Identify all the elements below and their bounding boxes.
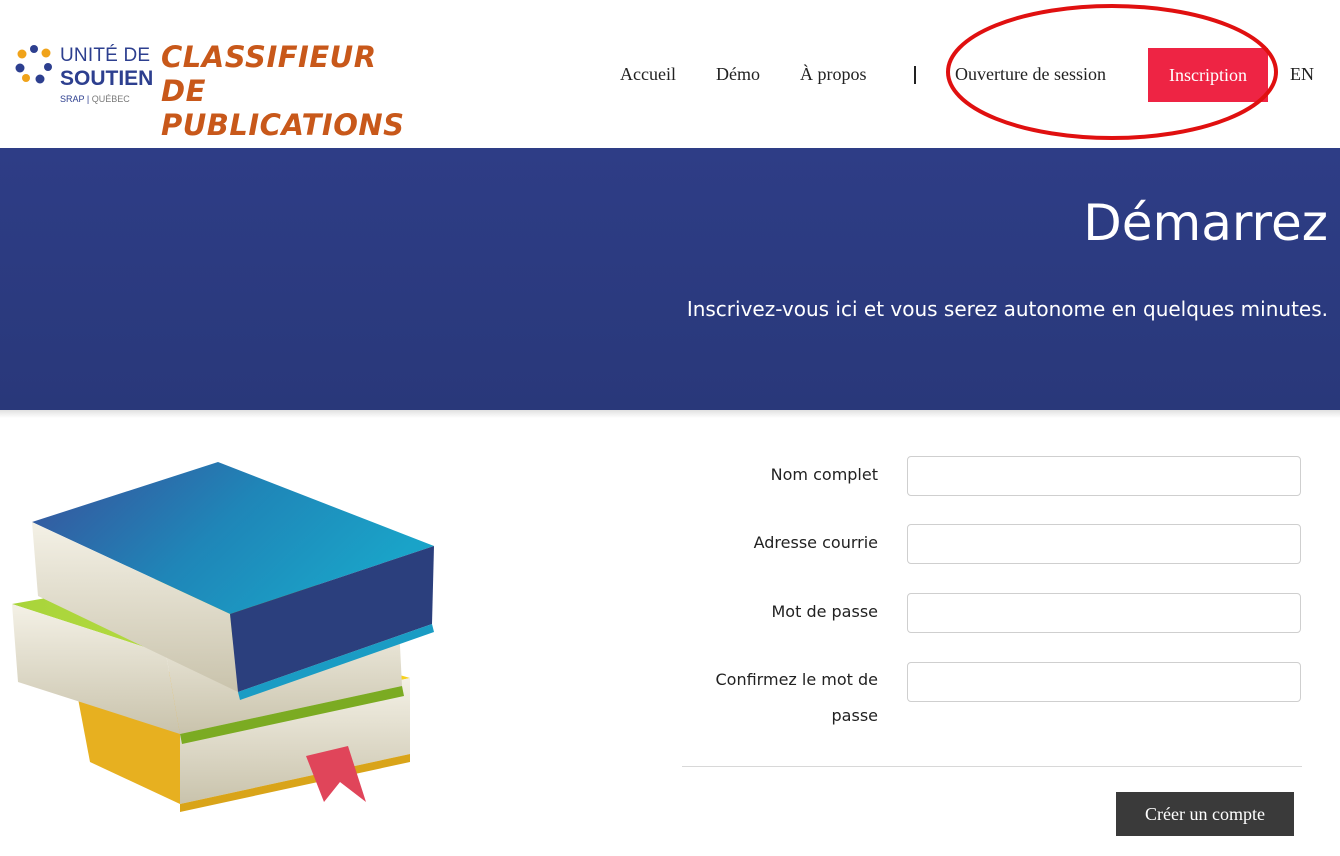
logo-title-line1: CLASSIFIEUR DE xyxy=(161,40,377,108)
full-name-label: Nom complet xyxy=(770,465,878,484)
confirm-password-input[interactable] xyxy=(907,662,1301,702)
password-label: Mot de passe xyxy=(771,602,878,621)
nav-link-home[interactable]: Accueil xyxy=(620,64,676,85)
logo-title-line2: PUBLICATIONS xyxy=(161,108,405,142)
logo-line2: SOUTIEN xyxy=(60,67,154,90)
password-input[interactable] xyxy=(907,593,1301,633)
full-name-input[interactable] xyxy=(907,456,1301,496)
email-label: Adresse courrie xyxy=(753,533,878,552)
logo-dots-icon xyxy=(15,45,52,84)
nav-separator xyxy=(914,66,916,84)
logo-srap: SRAP | QUÉBEC xyxy=(60,94,130,104)
confirm-password-label: Confirmez le mot de passe xyxy=(715,670,879,725)
nav-link-about[interactable]: À propos xyxy=(800,64,867,85)
logo-line1: UNITÉ DE xyxy=(60,45,151,66)
form-divider xyxy=(682,766,1302,767)
logo-srap-text: SRAP xyxy=(60,94,85,104)
site-logo[interactable]: UNITÉ DE SOUTIEN SRAP | QUÉBEC CLASSIFIE… xyxy=(14,40,414,142)
create-account-button[interactable]: Créer un compte xyxy=(1116,792,1294,836)
hero-title: Démarrez xyxy=(1083,194,1328,252)
nav-link-demo[interactable]: Démo xyxy=(716,64,760,85)
hero-subtitle: Inscrivez-vous ici et vous serez autonom… xyxy=(686,297,1328,321)
annotation-circle xyxy=(946,4,1278,140)
site-header: UNITÉ DE SOUTIEN SRAP | QUÉBEC CLASSIFIE… xyxy=(0,0,1340,148)
language-toggle[interactable]: EN xyxy=(1290,64,1314,85)
logo-quebec-text: QUÉBEC xyxy=(91,94,130,104)
hero-shadow xyxy=(0,410,1340,418)
email-input[interactable] xyxy=(907,524,1301,564)
books-illustration xyxy=(12,462,434,812)
hero-banner: Démarrez Inscrivez-vous ici et vous sere… xyxy=(0,148,1340,410)
logo-title: CLASSIFIEUR DE PUBLICATIONS xyxy=(161,40,414,142)
